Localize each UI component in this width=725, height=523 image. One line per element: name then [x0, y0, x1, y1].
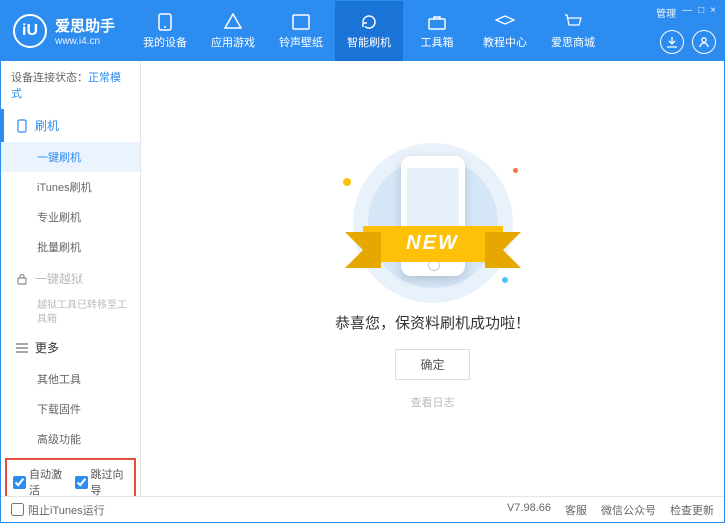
new-ribbon: NEW — [363, 226, 503, 262]
block-itunes-label: 阻止iTunes运行 — [28, 502, 105, 518]
user-button[interactable] — [692, 30, 716, 54]
nav-ringtone[interactable]: 铃声壁纸 — [267, 1, 335, 61]
top-nav: 我的设备 应用游戏 铃声壁纸 智能刷机 工具箱 教程中心 — [131, 1, 648, 61]
header-label: 更多 — [35, 339, 59, 356]
chk-auto-activate-input[interactable] — [13, 476, 26, 489]
ok-button[interactable]: 确定 — [395, 349, 469, 380]
chk-label: 自动激活 — [29, 466, 67, 496]
maximize-button[interactable]: □ — [698, 5, 704, 20]
refresh-icon — [359, 13, 379, 31]
window-controls: 管理 — □ × — [648, 1, 724, 61]
version-label: V7.98.66 — [507, 502, 551, 518]
logo-icon: iU — [13, 14, 47, 48]
lock-icon — [15, 272, 29, 286]
nav-label: 教程中心 — [483, 34, 527, 50]
sub-download-firmware[interactable]: 下载固件 — [1, 394, 140, 424]
download-button[interactable] — [660, 30, 684, 54]
header-label: 一键越狱 — [35, 270, 83, 287]
chk-label: 跳过向导 — [91, 466, 129, 496]
block-itunes[interactable]: 阻止iTunes运行 — [11, 502, 105, 518]
close-button[interactable]: × — [710, 5, 716, 20]
nav-apps[interactable]: 应用游戏 — [199, 1, 267, 61]
section-flash: 刷机 一键刷机 iTunes刷机 专业刷机 批量刷机 — [1, 109, 140, 262]
chk-skip-guide-input[interactable] — [75, 476, 88, 489]
link-wechat[interactable]: 微信公众号 — [601, 502, 656, 518]
success-message: 恭喜您，保资料刷机成功啦！ — [335, 312, 530, 333]
success-illustration: NEW — [333, 148, 533, 298]
sub-advanced[interactable]: 高级功能 — [1, 424, 140, 454]
section-jailbreak: 一键越狱 越狱工具已转移至工具箱 — [1, 262, 140, 331]
sub-other-tools[interactable]: 其他工具 — [1, 364, 140, 394]
sub-one-click-flash[interactable]: 一键刷机 — [1, 142, 140, 172]
minimize-button[interactable]: — — [682, 5, 692, 20]
header-jailbreak[interactable]: 一键越狱 — [1, 262, 140, 295]
app-window: iU 爱思助手 www.i4.cn 我的设备 应用游戏 铃声壁纸 智能刷机 — [0, 0, 725, 523]
checks-box: 自动激活 跳过向导 — [5, 458, 136, 496]
nav-label: 智能刷机 — [347, 34, 391, 50]
sub-batch-flash[interactable]: 批量刷机 — [1, 232, 140, 262]
header-more[interactable]: 更多 — [1, 331, 140, 364]
nav-label: 我的设备 — [143, 34, 187, 50]
cart-icon — [563, 13, 583, 31]
nav-toolbox[interactable]: 工具箱 — [403, 1, 471, 61]
logo-text: 爱思助手 www.i4.cn — [55, 15, 115, 47]
section-more: 更多 其他工具 下载固件 高级功能 — [1, 331, 140, 454]
sidebar-bottom: 自动激活 跳过向导 iPhone 12 mini 64GB Down-12min… — [1, 454, 140, 496]
phone-icon — [15, 119, 29, 133]
body: 设备连接状态：正常模式 刷机 一键刷机 iTunes刷机 专业刷机 批量刷机 一… — [1, 61, 724, 496]
connection-status: 设备连接状态：正常模式 — [1, 61, 140, 109]
nav-label: 工具箱 — [421, 34, 454, 50]
logo-area: iU 爱思助手 www.i4.cn — [1, 1, 131, 61]
nav-label: 应用游戏 — [211, 34, 255, 50]
link-update[interactable]: 检查更新 — [670, 502, 714, 518]
chk-auto-activate[interactable]: 自动激活 — [13, 466, 67, 496]
graduation-icon — [495, 13, 515, 31]
link-support[interactable]: 客服 — [565, 502, 587, 518]
nav-label: 爱思商城 — [551, 34, 595, 50]
nav-my-device[interactable]: 我的设备 — [131, 1, 199, 61]
chk-skip-guide[interactable]: 跳过向导 — [75, 466, 129, 496]
jailbreak-note: 越狱工具已转移至工具箱 — [37, 299, 130, 327]
sub-itunes-flash[interactable]: iTunes刷机 — [1, 172, 140, 202]
menu-button[interactable]: 管理 — [656, 5, 676, 20]
picture-icon — [291, 13, 311, 31]
toolbox-icon — [427, 13, 447, 31]
apps-icon — [223, 13, 243, 31]
nav-tutorial[interactable]: 教程中心 — [471, 1, 539, 61]
nav-label: 铃声壁纸 — [279, 34, 323, 50]
nav-store[interactable]: 爱思商城 — [539, 1, 607, 61]
statusbar: 阻止iTunes运行 V7.98.66 客服 微信公众号 检查更新 — [1, 496, 724, 522]
conn-label: 设备连接状态： — [11, 72, 88, 84]
titlebar: iU 爱思助手 www.i4.cn 我的设备 应用游戏 铃声壁纸 智能刷机 — [1, 1, 724, 61]
sub-pro-flash[interactable]: 专业刷机 — [1, 202, 140, 232]
app-name: 爱思助手 — [55, 15, 115, 36]
phone-icon — [155, 13, 175, 31]
block-itunes-checkbox[interactable] — [11, 503, 24, 516]
app-url: www.i4.cn — [55, 36, 115, 47]
view-log-link[interactable]: 查看日志 — [411, 394, 455, 410]
header-label: 刷机 — [35, 117, 59, 134]
sidebar: 设备连接状态：正常模式 刷机 一键刷机 iTunes刷机 专业刷机 批量刷机 一… — [1, 61, 141, 496]
main-content: NEW 恭喜您，保资料刷机成功啦！ 确定 查看日志 — [141, 61, 724, 496]
list-icon — [15, 341, 29, 355]
header-flash[interactable]: 刷机 — [1, 109, 140, 142]
nav-flash[interactable]: 智能刷机 — [335, 1, 403, 61]
